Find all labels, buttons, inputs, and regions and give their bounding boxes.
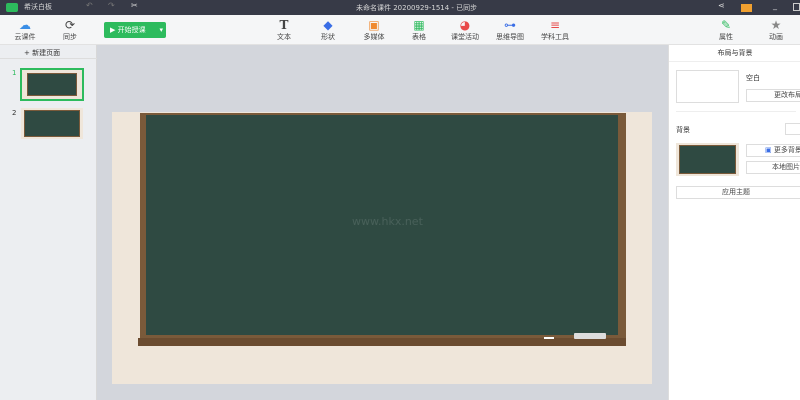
media-icon: ▣ (368, 18, 380, 32)
more-backgrounds-button[interactable]: ▣ 更多背景 (746, 144, 800, 157)
undo-icon[interactable]: ↶ (86, 1, 93, 10)
brush-icon: ✎ (720, 18, 732, 32)
app-logo (6, 3, 18, 12)
mail-icon[interactable] (741, 4, 752, 12)
tool-text[interactable]: T 文本 (264, 18, 304, 42)
share-icon[interactable]: ⋖ (718, 1, 725, 10)
background-label: 背景 (676, 126, 690, 134)
layout-name: 空白 (746, 74, 760, 82)
properties-tab[interactable]: ✎ 属性 (708, 18, 744, 42)
panel-title: 布局与背景 (717, 49, 753, 57)
table-icon: ▦ (413, 18, 425, 32)
properties-panel: 布局与背景 空白 更改布局 背景 ▣ 更多背景 本地图片 应用主题 (668, 45, 800, 400)
background-color-picker[interactable] (785, 123, 800, 135)
page-list-panel: + 新建页面 1 2 (0, 45, 97, 400)
image-icon: ▣ (765, 146, 772, 154)
new-page-button[interactable]: + 新建页面 (24, 48, 60, 58)
mindmap-icon: ⊶ (504, 18, 516, 32)
scissors-icon[interactable]: ✂ (131, 1, 138, 10)
page-number: 1 (12, 69, 17, 77)
tool-table[interactable]: ▦ 表格 (399, 18, 439, 42)
page-number: 2 (12, 109, 17, 117)
maximize-button[interactable] (793, 3, 800, 11)
page-thumbnail-1[interactable] (20, 68, 84, 101)
local-image-button[interactable]: 本地图片 (746, 161, 800, 174)
tool-media[interactable]: ▣ 多媒体 (354, 18, 394, 42)
cloud-icon: ☁ (19, 18, 31, 32)
dropdown-arrow-icon[interactable]: ▾ (159, 22, 163, 38)
background-preview[interactable] (676, 143, 739, 176)
tool-subject[interactable]: ≡ 学科工具 (535, 18, 575, 42)
chalk-tray (138, 338, 626, 346)
page-thumbnail-2[interactable] (21, 108, 83, 139)
layout-preview[interactable] (676, 70, 739, 103)
subject-tools-icon: ≡ (549, 18, 561, 32)
minimize-button[interactable]: _ (773, 1, 777, 10)
activity-icon: ◕ (459, 18, 471, 32)
watermark: www.hkx.net (352, 215, 423, 228)
shape-icon: ◆ (323, 18, 333, 32)
toolbar: ☁ 云课件 ⟳ 同步 ▶ 开始授课 ▾ T 文本 ◆ 形状 ▣ 多媒体 ▦ 表格 ◕ 课堂活动 … (0, 15, 800, 45)
app-name-menu[interactable]: 希沃白板 (24, 2, 52, 12)
start-teaching-button[interactable]: ▶ 开始授课 ▾ (104, 22, 166, 38)
tool-shape[interactable]: ◆ 形状 (308, 18, 348, 42)
apply-theme-button[interactable]: 应用主题 (676, 186, 800, 199)
eraser (574, 333, 606, 339)
animation-tab[interactable]: ★ 动画 (758, 18, 794, 42)
redo-icon[interactable]: ↷ (108, 1, 115, 10)
chalk (544, 337, 554, 339)
sync-button[interactable]: ⟳ 同步 (50, 18, 90, 42)
title-bar: 希沃白板 ↶ ↷ ✂ 未命名课件 20200929-1514 - 已同步 ⋖ _ (0, 0, 800, 15)
tool-mindmap[interactable]: ⊶ 思维导图 (490, 18, 530, 42)
change-layout-button[interactable]: 更改布局 (746, 89, 800, 102)
stars-icon: ★ (770, 18, 782, 32)
cloud-courseware-button[interactable]: ☁ 云课件 (5, 18, 45, 42)
slide-canvas[interactable]: www.hkx.net (112, 112, 652, 384)
document-title[interactable]: 未命名课件 20200929-1514 - 已同步 (356, 3, 477, 13)
text-icon: T (279, 18, 289, 32)
tool-activity[interactable]: ◕ 课堂活动 (445, 18, 485, 42)
sync-icon: ⟳ (64, 18, 76, 32)
